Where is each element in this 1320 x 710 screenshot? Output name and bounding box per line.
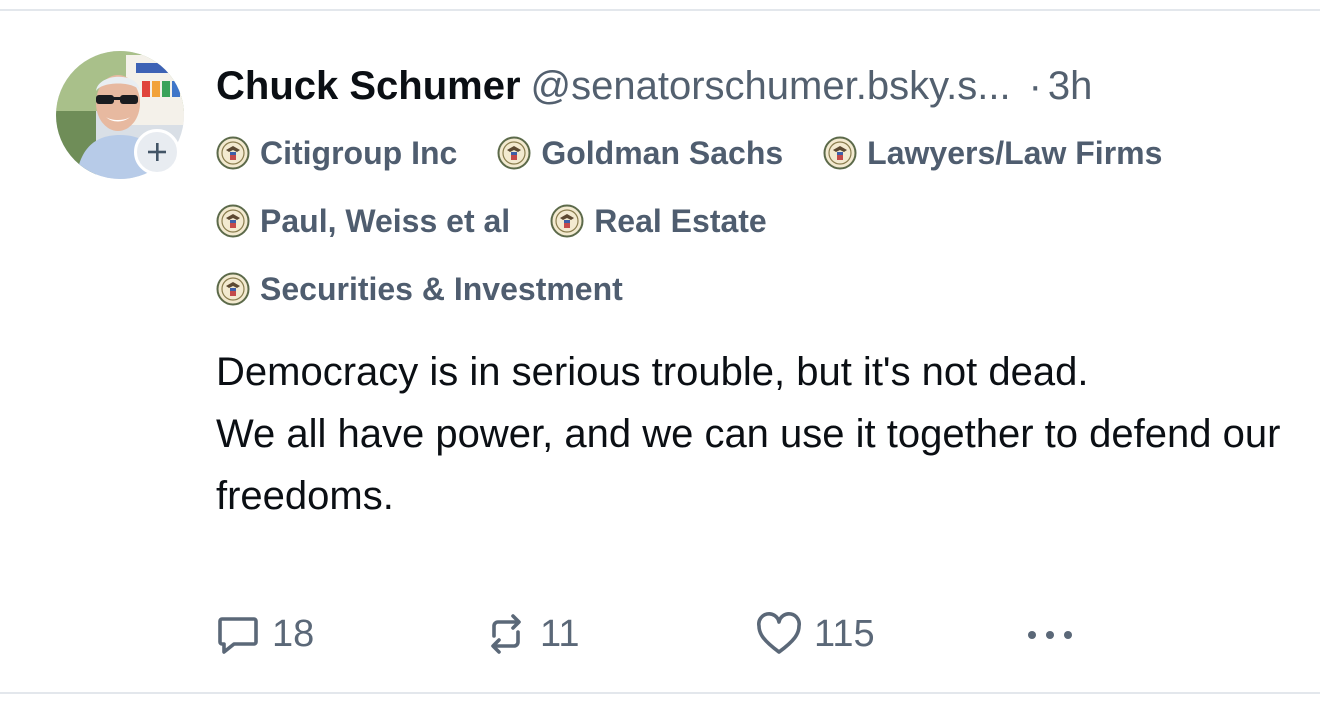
label-text: Real Estate [594, 202, 767, 239]
repost-button[interactable]: 11 [482, 609, 579, 659]
post-header: Chuck Schumer @senatorschumer.bsky.s... · 3… [216, 61, 1276, 111]
post-timestamp[interactable]: 3h [1048, 64, 1093, 108]
label-goldman-sachs[interactable]: Goldman Sachs [497, 129, 783, 177]
label-lawyers-law-firms[interactable]: Lawyers/Law Firms [823, 129, 1162, 177]
more-options-button[interactable] [1022, 609, 1088, 659]
like-button[interactable]: 115 [754, 609, 875, 659]
reply-icon [218, 617, 258, 654]
label-securities-investment[interactable]: Securities & Investment [216, 265, 623, 313]
seal-icon [216, 136, 250, 170]
repost-count: 11 [540, 612, 580, 655]
like-count: 115 [814, 612, 875, 655]
label-paul-weiss[interactable]: Paul, Weiss et al [216, 197, 510, 245]
reply-button[interactable]: 18 [214, 609, 314, 659]
post-text-line: Democracy is in serious trouble, but it'… [216, 350, 1089, 394]
seal-icon [216, 272, 250, 306]
post-card[interactable]: Chuck Schumer @senatorschumer.bsky.s... · 3… [0, 11, 1320, 692]
label-text: Paul, Weiss et al [260, 202, 511, 239]
post-text: Democracy is in serious trouble, but it'… [216, 341, 1286, 527]
label-row: Securities & Investment [216, 265, 1296, 333]
seal-icon [823, 136, 857, 170]
avatar-container [56, 51, 184, 179]
seal-icon [550, 204, 584, 238]
heart-icon [757, 612, 801, 654]
label-text: Goldman Sachs [541, 134, 784, 171]
label-text: Citigroup Inc [260, 134, 458, 171]
seal-icon [497, 136, 531, 170]
label-text: Securities & Investment [260, 270, 623, 307]
seal-icon [216, 204, 250, 238]
label-list: Citigroup Inc Goldman Sachs Lawyers/Law … [216, 129, 1296, 333]
author-display-name[interactable]: Chuck Schumer [216, 64, 521, 108]
label-citigroup[interactable]: Citigroup Inc [216, 129, 457, 177]
separator-dot: · [1028, 64, 1042, 108]
label-real-estate[interactable]: Real Estate [550, 197, 767, 245]
label-text: Lawyers/Law Firms [867, 134, 1163, 171]
ellipsis-icon [1028, 631, 1072, 639]
follow-button[interactable] [134, 129, 180, 175]
post-actions: 18 11 115 [214, 609, 1214, 659]
reply-count: 18 [272, 612, 315, 655]
author-handle[interactable]: @senatorschumer.bsky.s... [531, 64, 1011, 108]
plus-icon [148, 143, 166, 161]
label-row: Citigroup Inc Goldman Sachs Lawyers/Law … [216, 129, 1296, 197]
bottom-divider [0, 692, 1320, 694]
post-text-line: We all have power, and we can use it tog… [216, 412, 1281, 518]
label-row: Paul, Weiss et al Real Estate [216, 197, 1296, 265]
repost-icon [491, 614, 521, 654]
